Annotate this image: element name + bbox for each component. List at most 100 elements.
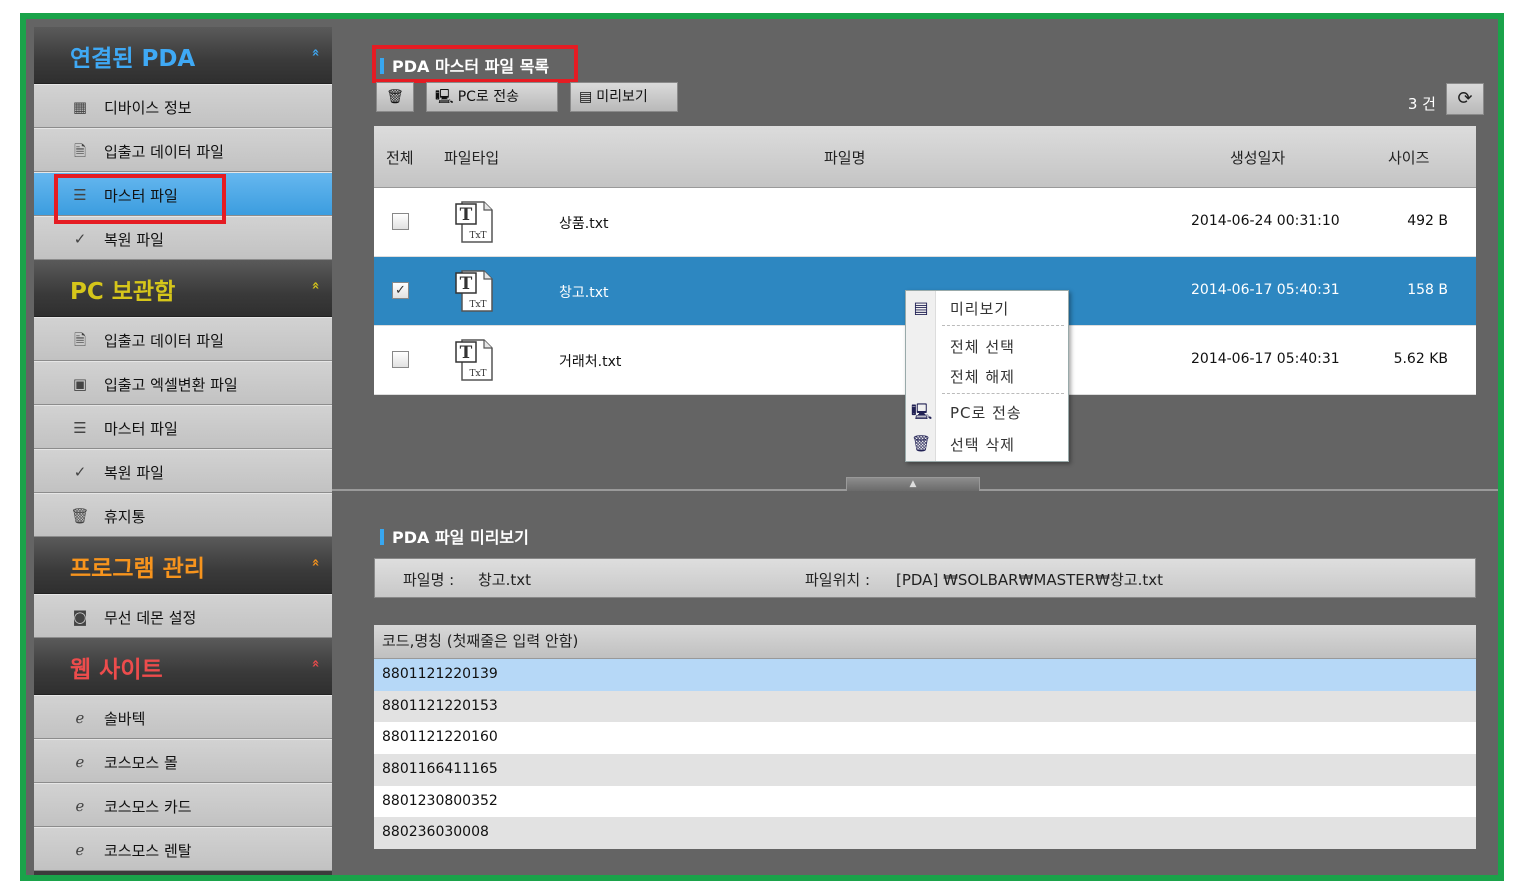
sidebar-item[interactable]: ℯ 솔바텍 — [34, 695, 332, 739]
txt-file-icon: T TxT — [455, 270, 493, 312]
list-item[interactable]: 8801230800352 — [374, 785, 1476, 818]
file-type-text: TxT — [469, 300, 486, 310]
sidebar-item[interactable]: ☰ 마스터 파일 — [34, 172, 332, 216]
sidebar-item-label: 마스터 파일 — [104, 187, 178, 205]
table-row[interactable]: T TxT 상품.txt 2014-06-24 00:31:10 492 B — [374, 188, 1476, 257]
file-type-text: TxT — [469, 231, 486, 241]
sidebar-item-label: 코스모스 렌탈 — [104, 842, 192, 860]
svg-text:T: T — [460, 205, 473, 225]
sidebar-item[interactable]: 🗎 입출고 데이터 파일 — [34, 128, 332, 172]
context-menu-item[interactable]: 🖳 PC로 전송 — [906, 397, 1068, 427]
sidebar-item-label: 복원 파일 — [104, 464, 164, 482]
ie-icon: ℯ — [75, 841, 85, 859]
col-select-all[interactable]: 전체 — [386, 147, 414, 168]
master-file-icon: ☰ — [73, 186, 87, 204]
table-header: 전체 파일타입 파일명 생성일자 사이즈 — [374, 126, 1476, 188]
computer-icon: 🖳 — [435, 89, 454, 105]
restore-file-icon: ✓ — [73, 230, 87, 248]
file-size: 5.62 KB — [1393, 351, 1448, 367]
sidebar-item-label: 입출고 엑셀변환 파일 — [104, 376, 238, 394]
txt-file-icon: T TxT — [455, 339, 493, 381]
file-path-label: 파일위치 : — [805, 571, 871, 589]
splitter-handle[interactable]: ▲ — [846, 477, 980, 491]
col-file-name[interactable]: 파일명 — [824, 147, 865, 168]
collapse-arrow-icon[interactable]: » — [308, 281, 323, 289]
sidebar-section-header[interactable]: 프로그램 관리 » — [34, 537, 332, 594]
send-to-pc-button[interactable]: 🖳 PC로 전송 — [426, 82, 558, 112]
page-title: PDA 마스터 파일 목록 — [380, 53, 549, 77]
file-date: 2014-06-17 05:40:31 — [1191, 351, 1340, 367]
title-marker — [380, 58, 384, 74]
excel-file-icon: ▣ — [72, 375, 88, 393]
trash-icon: 🗑 — [70, 507, 90, 525]
delete-button[interactable]: 🗑 — [376, 82, 414, 112]
preview-icon: ▤ — [579, 89, 593, 105]
col-size[interactable]: 사이즈 — [1388, 147, 1429, 168]
row-checkbox[interactable] — [392, 351, 409, 368]
collapse-arrow-icon[interactable]: » — [308, 558, 323, 566]
sidebar-item[interactable]: ℯ 코스모스 카드 — [34, 783, 332, 827]
file-date: 2014-06-24 00:31:10 — [1191, 213, 1340, 229]
row-checkbox[interactable] — [392, 213, 409, 230]
context-menu-label: 전체 선택 — [950, 338, 1015, 356]
list-item[interactable]: 8801121220153 — [374, 690, 1476, 723]
sidebar-item[interactable]: 🗑 휴지통 — [34, 493, 332, 537]
preview-title: PDA 파일 미리보기 — [380, 524, 529, 548]
wireless-icon: ◙ — [72, 608, 88, 626]
preview-button[interactable]: ▤ 미리보기 — [570, 82, 678, 112]
sidebar-item-label: 휴지통 — [104, 508, 146, 526]
col-created-date[interactable]: 생성일자 — [1230, 147, 1285, 168]
sidebar-item[interactable]: ℯ 코스모스 몰 — [34, 739, 332, 783]
main-panel: PDA 마스터 파일 목록 🗑 🖳 PC로 전송 ▤ 미리보기 3 건 ⟳ 전체 파… — [332, 19, 1498, 875]
sidebar-section-title: 프로그램 관리 — [70, 556, 205, 582]
trash-icon: 🗑 — [386, 89, 404, 105]
list-item[interactable]: 880236030008 — [374, 817, 1476, 850]
context-menu: ▤ 미리보기전체 선택전체 해제 🖳 PC로 전송 🗑 선택 삭제 — [905, 290, 1069, 462]
sidebar-item[interactable]: ▣ 입출고 엑셀변환 파일 — [34, 361, 332, 405]
sidebar-item[interactable]: ℯ 코스모스 렌탈 — [34, 827, 332, 871]
ie-icon: ℯ — [75, 709, 85, 727]
sidebar-section-header[interactable]: 연결된 PDA » — [34, 27, 332, 84]
context-menu-item[interactable]: 전체 선택 — [906, 331, 1068, 361]
context-menu-item[interactable]: 전체 해제 — [906, 361, 1068, 391]
sidebar-section-header[interactable]: 웹 사이트 » — [34, 638, 332, 695]
sidebar-item[interactable]: ✓ 복원 파일 — [34, 216, 332, 260]
collapse-up-icon: ▲ — [909, 479, 917, 489]
preview-table-body: 8801121220139 8801121220153 8801121220160 8… — [374, 659, 1476, 850]
ie-icon: ℯ — [75, 797, 85, 815]
preview-icon: ▤ — [913, 298, 929, 317]
sidebar-item[interactable]: ☰ 마스터 파일 — [34, 405, 332, 449]
restore-file-icon: ✓ — [73, 463, 87, 481]
file-size: 158 B — [1407, 282, 1448, 298]
sidebar-section-header[interactable]: PC 보관함 » — [34, 260, 332, 317]
file-type-text: TxT — [469, 369, 486, 379]
sidebar-item[interactable]: 🗎 입출고 데이터 파일 — [34, 317, 332, 361]
collapse-arrow-icon[interactable]: » — [308, 48, 323, 56]
computer-icon: 🖳 — [911, 402, 933, 421]
refresh-button[interactable]: ⟳ — [1446, 83, 1484, 115]
row-checkbox[interactable]: ✓ — [392, 282, 409, 299]
sidebar-item-label: 디바이스 정보 — [104, 99, 192, 117]
context-menu-label: 선택 삭제 — [950, 436, 1015, 454]
app-window: 연결된 PDA » ▦ 디바이스 정보 🗎 입출고 데이터 파일 ☰ 마스터 파일 ✓ 복원 파일… — [20, 13, 1504, 881]
context-menu-label: 전체 해제 — [950, 368, 1015, 386]
svg-text:T: T — [460, 274, 473, 294]
sidebar-item-label: 입출고 데이터 파일 — [104, 332, 224, 350]
file-name: 거래처.txt — [559, 354, 622, 370]
sidebar-item[interactable]: ▦ 디바이스 정보 — [34, 84, 332, 128]
collapse-arrow-icon[interactable]: » — [308, 659, 323, 667]
list-item[interactable]: 8801121220139 — [374, 659, 1476, 691]
sidebar-item-label: 솔바텍 — [104, 710, 146, 728]
context-menu-item[interactable]: ▤ 미리보기 — [906, 293, 1068, 323]
txt-file-icon: T TxT — [455, 201, 493, 243]
sidebar-section-title: 웹 사이트 — [70, 657, 163, 683]
sidebar-item-label: 입출고 데이터 파일 — [104, 143, 224, 161]
list-item[interactable]: 8801166411165 — [374, 754, 1476, 786]
sidebar-item[interactable]: ✓ 복원 파일 — [34, 449, 332, 493]
context-menu-item[interactable]: 🗑 선택 삭제 — [906, 429, 1068, 459]
master-file-icon: ☰ — [73, 419, 87, 437]
list-item[interactable]: 8801121220160 — [374, 722, 1476, 755]
sidebar-section-title: 연결된 PDA — [70, 46, 196, 72]
sidebar-item[interactable]: ◙ 무선 데몬 설정 — [34, 594, 332, 638]
col-file-type[interactable]: 파일타입 — [444, 147, 499, 168]
